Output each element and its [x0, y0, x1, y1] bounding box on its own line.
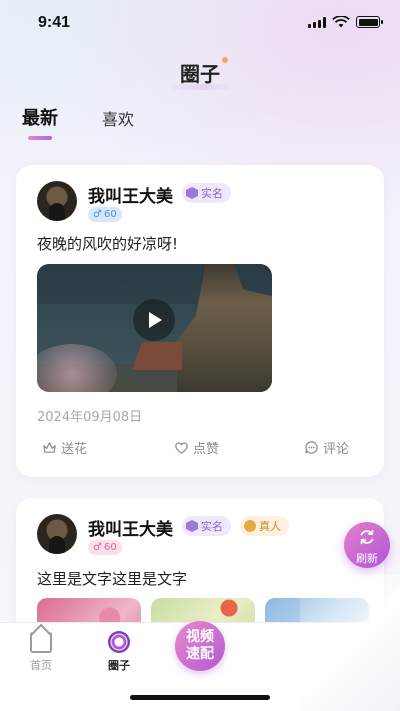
- signal-icon: [308, 16, 326, 28]
- video-match-label-line1: 视频: [186, 629, 214, 645]
- refresh-label: 刷新: [356, 552, 378, 565]
- refresh-button[interactable]: 刷新: [344, 522, 390, 568]
- gender-age-tag: ♂ 60: [88, 540, 122, 555]
- gender-icon: ♂: [93, 542, 102, 553]
- author-name[interactable]: 我叫王大美: [88, 515, 173, 540]
- person-icon: [244, 520, 256, 532]
- gender-age-tag: ♂ 60: [88, 207, 122, 222]
- like-button[interactable]: 点赞: [174, 438, 219, 457]
- tab-like[interactable]: 喜欢: [102, 106, 134, 130]
- status-bar: 9:41: [0, 0, 400, 48]
- notification-dot: [222, 57, 228, 63]
- post-text: 夜晚的风吹的好凉呀!: [37, 235, 179, 253]
- home-icon: [30, 631, 52, 653]
- page-title: 圈子: [180, 62, 220, 86]
- like-label: 点赞: [193, 442, 220, 457]
- video-thumbnail[interactable]: [37, 264, 272, 392]
- circle-icon: [108, 631, 130, 653]
- age-value: 60: [103, 209, 117, 220]
- post-actions: 送花 点赞 评论: [16, 438, 384, 460]
- nav-circle[interactable]: 圈子: [89, 631, 149, 673]
- status-time: 9:41: [38, 14, 71, 31]
- male-icon: ♂: [93, 209, 102, 220]
- verified-label: 实名: [201, 187, 223, 200]
- send-flower-button[interactable]: 送花: [42, 438, 87, 457]
- avatar[interactable]: [37, 514, 77, 554]
- nav-home[interactable]: 首页: [11, 631, 71, 673]
- send-flower-label: 送花: [61, 442, 88, 457]
- verified-icon: [186, 187, 198, 199]
- verified-badge: 实名: [182, 183, 231, 203]
- page-curl: [300, 575, 400, 711]
- avatar[interactable]: [37, 181, 77, 221]
- post-text: 这里是文字这里是文字: [37, 570, 188, 588]
- video-match-button[interactable]: 视频 速配: [175, 621, 225, 671]
- comment-label: 评论: [323, 442, 350, 457]
- tab-latest[interactable]: 最新: [22, 104, 58, 130]
- real-person-badge: 真人: [240, 516, 289, 536]
- video-match-label-line2: 速配: [186, 646, 214, 662]
- nav-home-label: 首页: [30, 659, 52, 672]
- verified-label: 实名: [201, 520, 223, 533]
- tab-indicator: [28, 136, 52, 140]
- battery-icon: [356, 16, 383, 28]
- real-person-label: 真人: [259, 520, 281, 533]
- refresh-icon: [360, 529, 374, 545]
- post-date: 2024年09月08日: [37, 410, 143, 425]
- nav-circle-label: 圈子: [108, 659, 130, 672]
- flower-icon: [43, 442, 56, 453]
- verified-icon: [186, 520, 198, 532]
- comment-button[interactable]: 评论: [304, 438, 349, 457]
- wifi-icon: [332, 16, 350, 28]
- age-value: 60: [103, 542, 117, 553]
- author-name[interactable]: 我叫王大美: [88, 182, 173, 207]
- play-icon[interactable]: [133, 299, 175, 341]
- post-card[interactable]: 我叫王大美 实名 ♂ 60 夜晚的风吹的好凉呀! 2024年09月08日 送花 …: [16, 165, 384, 477]
- verified-badge: 实名: [182, 516, 231, 536]
- heart-icon: [175, 442, 188, 454]
- status-icons: [308, 16, 383, 28]
- comment-icon: [305, 441, 318, 454]
- home-indicator: [130, 695, 270, 700]
